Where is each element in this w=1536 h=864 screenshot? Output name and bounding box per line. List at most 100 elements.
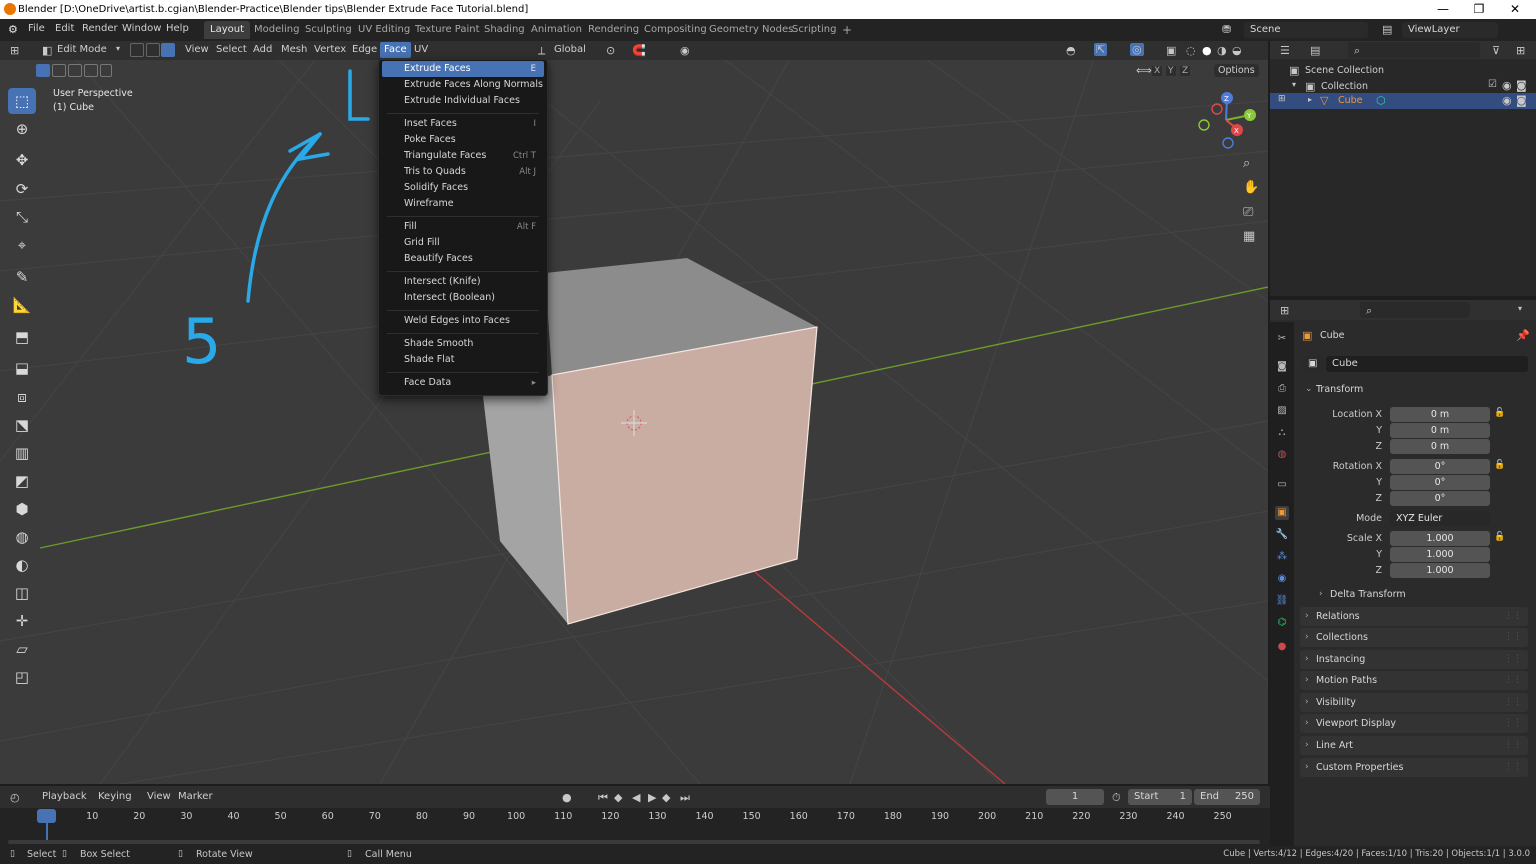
- properties-editor-icon[interactable]: ⊞: [1280, 304, 1289, 317]
- visibility-icon[interactable]: ◓: [1066, 44, 1076, 57]
- menu-item-tris-to-quads[interactable]: Tris to Quads Alt J: [382, 164, 544, 180]
- menu-item-intersect-knife[interactable]: Intersect (Knife): [382, 274, 544, 290]
- tab-texture-paint[interactable]: Texture Paint: [409, 21, 486, 39]
- transform-panel-header[interactable]: ⌄ Transform: [1300, 380, 1528, 399]
- panel-grip-icon[interactable]: ⋮⋮: [1504, 758, 1522, 777]
- snap-icon[interactable]: 🧲: [632, 44, 646, 57]
- end-frame-field[interactable]: End 250: [1194, 789, 1260, 805]
- pan-hand-icon[interactable]: ✋: [1243, 180, 1259, 195]
- add-cube-tool-icon[interactable]: ⬒: [8, 324, 36, 350]
- panel-grip-icon[interactable]: ⋮⋮: [1504, 714, 1522, 733]
- annotate-tool-icon[interactable]: ✎: [8, 264, 36, 290]
- outliner-editor-icon[interactable]: ☰: [1280, 44, 1290, 57]
- clock-icon[interactable]: ⏱: [1112, 791, 1121, 805]
- viewlayer-icon[interactable]: ▤: [1382, 23, 1392, 36]
- select-extend-icon[interactable]: [52, 64, 66, 77]
- extrude-region-tool-icon[interactable]: ⬓: [8, 355, 36, 381]
- tab-sculpting[interactable]: Sculpting: [299, 21, 358, 39]
- rendered-shading-icon[interactable]: ◒: [1232, 44, 1242, 57]
- tab-rendering[interactable]: Rendering: [582, 21, 645, 39]
- menu-item-poke-faces[interactable]: Poke Faces: [382, 132, 544, 148]
- playhead[interactable]: [37, 809, 56, 823]
- menu-edit[interactable]: Edit: [55, 23, 74, 34]
- delta-transform-panel[interactable]: › Delta Transform: [1314, 585, 1528, 604]
- outliner-search-input[interactable]: ⌕: [1348, 42, 1480, 58]
- menu-item-intersect-boolean[interactable]: Intersect (Boolean): [382, 290, 544, 306]
- menu-item-face-data[interactable]: Face Data ▸: [382, 375, 544, 391]
- tab-layout[interactable]: Layout: [204, 21, 250, 39]
- menu-item-triangulate-faces[interactable]: Triangulate Faces Ctrl T: [382, 148, 544, 164]
- measure-tool-icon[interactable]: 📐: [8, 292, 36, 318]
- smooth-tool-icon[interactable]: ◐: [8, 552, 36, 578]
- viewport-display-panel[interactable]: › Viewport Display ⋮⋮: [1300, 714, 1528, 733]
- scale-tool-icon[interactable]: ⤡: [8, 204, 36, 230]
- collection-camera-icon[interactable]: ◙: [1516, 79, 1527, 92]
- transform-tool-icon[interactable]: ⌖: [8, 232, 36, 258]
- properties-search-input[interactable]: ⌕: [1360, 302, 1470, 318]
- menu-view[interactable]: View: [185, 44, 209, 55]
- mirror-z-toggle[interactable]: Z: [1180, 66, 1191, 76]
- panel-grip-icon[interactable]: ⋮⋮: [1504, 607, 1522, 626]
- current-frame-field[interactable]: 1: [1046, 789, 1104, 805]
- custom-properties-panel[interactable]: › Custom Properties ⋮⋮: [1300, 758, 1528, 777]
- scene-collection-label[interactable]: Scene Collection: [1305, 65, 1384, 76]
- menu-item-extrude-faces-along-normals[interactable]: Extrude Faces Along Normals: [382, 77, 544, 93]
- shrink-fatten-tool-icon[interactable]: ✛: [8, 608, 36, 634]
- cube-camera-icon[interactable]: ◙: [1516, 94, 1527, 107]
- lock-rotation-icon[interactable]: 🔓: [1494, 460, 1505, 470]
- modifier-tab-icon[interactable]: 🔧: [1275, 528, 1289, 542]
- play-icon[interactable]: ▶: [648, 791, 656, 804]
- record-icon[interactable]: ●: [562, 791, 572, 804]
- material-tab-icon[interactable]: ●: [1275, 640, 1289, 654]
- collection-eye-icon[interactable]: ◉: [1502, 79, 1512, 92]
- mirror-x-toggle[interactable]: X: [1152, 66, 1163, 76]
- menu-item-solidify-faces[interactable]: Solidify Faces: [382, 180, 544, 196]
- expand-collection-icon[interactable]: ▾: [1292, 80, 1296, 89]
- gizmo-toggle-icon[interactable]: ⇱: [1094, 43, 1108, 56]
- cube-label[interactable]: Cube: [1338, 95, 1363, 106]
- mirror-y-toggle[interactable]: Y: [1166, 66, 1176, 76]
- playback-menu[interactable]: Playback: [42, 791, 87, 802]
- poly-build-tool-icon[interactable]: ⬢: [8, 496, 36, 522]
- orientation-dropdown[interactable]: Global: [554, 44, 586, 55]
- scene-field[interactable]: Scene: [1244, 22, 1368, 38]
- location-y-field[interactable]: 0 m: [1390, 423, 1490, 438]
- select-intersect-icon[interactable]: [100, 64, 112, 77]
- physics-tab-icon[interactable]: ◉: [1275, 572, 1289, 586]
- relations-panel[interactable]: › Relations ⋮⋮: [1300, 607, 1528, 626]
- menu-edge[interactable]: Edge: [352, 44, 377, 55]
- object-tab-icon[interactable]: ▣: [1275, 506, 1289, 520]
- options-dropdown[interactable]: Options: [1214, 64, 1259, 77]
- ortho-grid-icon[interactable]: ▦: [1243, 229, 1255, 244]
- menu-item-shade-smooth[interactable]: Shade Smooth: [382, 336, 544, 352]
- chevron-down-icon[interactable]: ▾: [1518, 304, 1522, 313]
- bevel-tool-icon[interactable]: ⬔: [8, 412, 36, 438]
- wireframe-shading-icon[interactable]: ◌: [1186, 44, 1196, 57]
- menu-item-grid-fill[interactable]: Grid Fill: [382, 235, 544, 251]
- scale-z-field[interactable]: 1.000: [1390, 563, 1490, 578]
- select-mode-buttons[interactable]: [36, 64, 112, 78]
- expand-cube-icon[interactable]: ▸: [1308, 95, 1312, 104]
- rip-region-tool-icon[interactable]: ◰: [8, 664, 36, 690]
- menu-item-extrude-faces[interactable]: Extrude Faces E: [382, 61, 544, 77]
- constraints-tab-icon[interactable]: ⛓: [1275, 594, 1289, 608]
- visibility-panel[interactable]: › Visibility ⋮⋮: [1300, 693, 1528, 712]
- editor-type-icon[interactable]: ⊞: [10, 44, 19, 57]
- display-mode-icon[interactable]: ▤: [1310, 44, 1320, 57]
- tab-geometry-nodes[interactable]: Geometry Nodes: [703, 21, 799, 39]
- knife-tool-icon[interactable]: ◩: [8, 468, 36, 494]
- menu-select[interactable]: Select: [216, 44, 247, 55]
- prev-keyframe-icon[interactable]: ◆: [614, 791, 622, 804]
- overlay-toggle-icon[interactable]: ◎: [1130, 43, 1144, 56]
- proportional-edit-icon[interactable]: ◉: [680, 44, 690, 57]
- data-tab-icon[interactable]: ⌬: [1275, 616, 1289, 630]
- collection-label[interactable]: Collection: [1321, 81, 1368, 92]
- navigation-gizmo[interactable]: Z Y X: [1198, 92, 1256, 149]
- face-select-icon[interactable]: [161, 43, 175, 57]
- keying-menu[interactable]: Keying: [98, 791, 132, 802]
- menu-item-shade-flat[interactable]: Shade Flat: [382, 352, 544, 368]
- viewlayer-field[interactable]: ViewLayer: [1402, 22, 1498, 38]
- menu-item-extrude-individual-faces[interactable]: Extrude Individual Faces: [382, 93, 544, 109]
- timeline-scrollbar[interactable]: [8, 840, 1260, 844]
- select-box-tool-icon[interactable]: ⬚: [8, 88, 36, 114]
